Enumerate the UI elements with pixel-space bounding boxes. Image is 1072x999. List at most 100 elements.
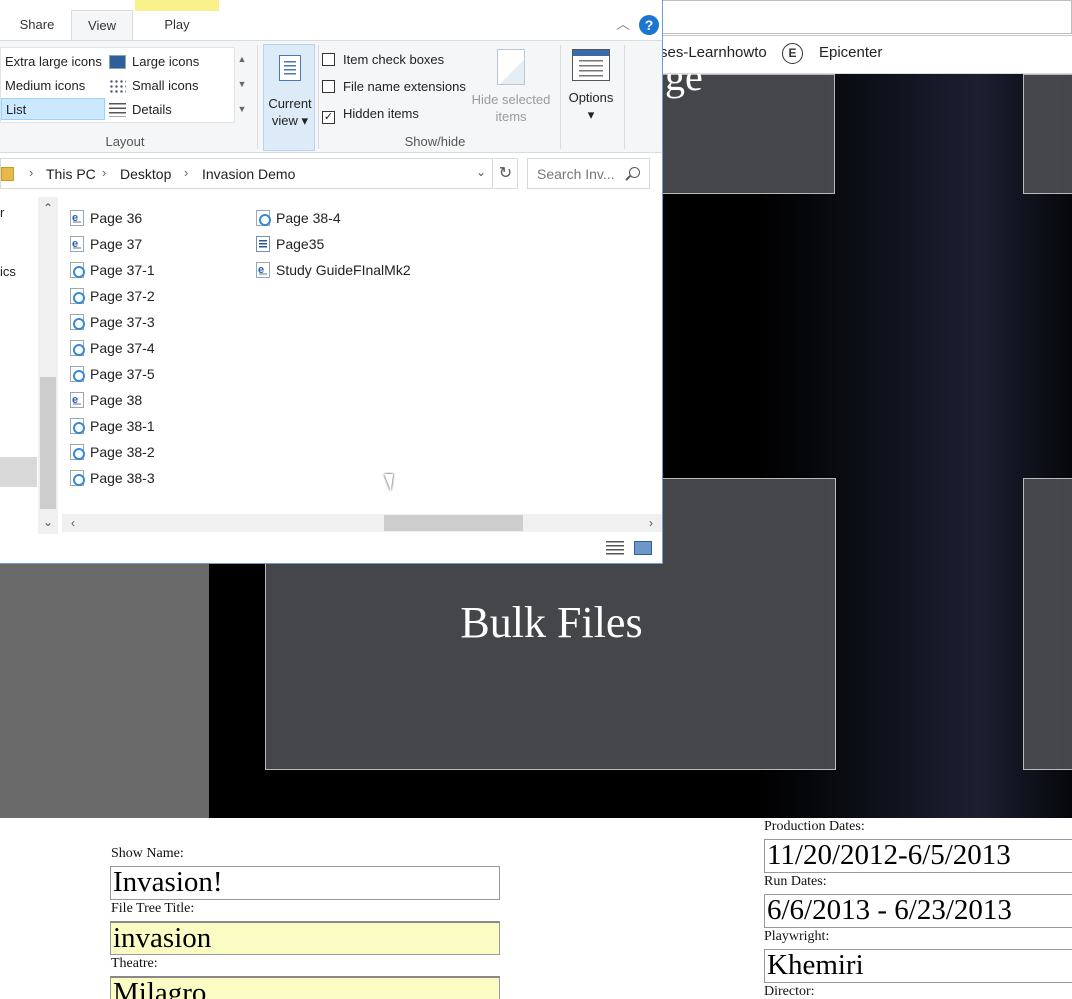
- run-dates-field[interactable]: 6/6/2013 - 6/23/2013: [764, 894, 1072, 928]
- file-name-extensions-toggle[interactable]: File name extensions: [322, 77, 466, 97]
- layout-details[interactable]: Details: [132, 99, 172, 121]
- production-dates-field[interactable]: 11/20/2012-6/5/2013: [764, 839, 1072, 873]
- small-icons-icon: [109, 79, 126, 93]
- layout-large-icons[interactable]: Large icons: [132, 51, 199, 73]
- list-item[interactable]: Page 38-4: [248, 206, 341, 230]
- nav-item[interactable]: r: [0, 205, 4, 220]
- checkbox[interactable]: [322, 80, 335, 93]
- bookmark-epicenter[interactable]: Epicenter: [819, 44, 882, 61]
- swirl-file-icon: [70, 418, 85, 434]
- chevron-right-icon[interactable]: ›: [29, 165, 33, 180]
- ribbon-separator: [560, 45, 561, 149]
- options-label: Options: [568, 90, 614, 105]
- scroll-right-icon[interactable]: ›: [642, 514, 660, 532]
- swirl-file-icon: [256, 210, 271, 226]
- current-view-button[interactable]: Current view ▾: [263, 44, 315, 151]
- layout-extra-large-icons[interactable]: Extra large icons: [5, 51, 102, 73]
- theatre-field[interactable]: Milagro: [110, 976, 500, 999]
- scrollbar-thumb[interactable]: [384, 515, 523, 531]
- file-tree-title-label: File Tree Title:: [111, 901, 195, 916]
- item-check-boxes-label: Item check boxes: [343, 52, 445, 67]
- options-button[interactable]: Options ▾: [565, 49, 617, 123]
- chevron-down-icon[interactable]: ⌄: [476, 165, 486, 179]
- details-icon: [109, 103, 126, 117]
- horizontal-scrollbar[interactable]: ‹ ›: [62, 514, 662, 532]
- scrollbar-thumb[interactable]: [40, 377, 56, 509]
- tile-bottom-right[interactable]: [1023, 478, 1072, 770]
- hidden-items-toggle[interactable]: ✓ Hidden items: [322, 104, 419, 124]
- ribbon-separator: [257, 45, 258, 149]
- breadcrumb-desktop[interactable]: Desktop: [120, 166, 171, 182]
- layout-group-label: Layout: [105, 134, 145, 149]
- item-check-boxes-toggle[interactable]: Item check boxes: [322, 50, 444, 70]
- nav-scrollbar[interactable]: ⌃ ⌄: [38, 197, 58, 534]
- tab-share[interactable]: Share: [6, 10, 68, 40]
- left-gray-panel: [0, 563, 209, 818]
- list-item[interactable]: Page 37-1: [62, 258, 155, 282]
- breadcrumb-invasion-demo[interactable]: Invasion Demo: [202, 166, 295, 182]
- large-icons-view-icon[interactable]: [634, 541, 652, 555]
- browser-address-area: [652, 0, 1072, 36]
- details-view-icon[interactable]: [606, 541, 624, 555]
- list-item[interactable]: Page 38-3: [62, 466, 155, 490]
- scroll-left-icon[interactable]: ‹: [64, 514, 82, 532]
- refresh-icon[interactable]: ↻: [494, 158, 518, 189]
- chevron-right-icon[interactable]: ›: [184, 165, 188, 180]
- nav-item[interactable]: ics: [0, 264, 16, 279]
- tab-play-label: Play: [164, 17, 190, 32]
- list-item[interactable]: Page 37-2: [62, 284, 155, 308]
- address-field[interactable]: › This PC › Desktop › Invasion Demo ⌄: [0, 158, 493, 189]
- address-bar: › This PC › Desktop › Invasion Demo ⌄ ↻ …: [0, 158, 662, 190]
- list-item[interactable]: Page 36: [62, 206, 142, 230]
- swirl-file-icon: [70, 340, 85, 356]
- hide-selected-items-button: Hide selected items: [468, 49, 554, 125]
- checkmark-icon[interactable]: ✓: [322, 111, 335, 124]
- scroll-down-icon[interactable]: ▼: [235, 72, 249, 97]
- tab-view[interactable]: View: [71, 10, 133, 41]
- browser-toolbar: [652, 0, 1072, 74]
- current-view-label: Current view ▾: [268, 96, 312, 128]
- file-name-extensions-label: File name extensions: [343, 79, 466, 94]
- list-item[interactable]: Page 37-3: [62, 310, 155, 334]
- playwright-field[interactable]: Khemiri: [764, 949, 1072, 983]
- hide-document-icon: [497, 49, 525, 85]
- epicenter-icon: E: [782, 43, 803, 64]
- layout-gallery: Extra large icons Large icons Medium ico…: [0, 47, 235, 123]
- list-item[interactable]: Study GuideFInalMk2: [248, 258, 411, 282]
- search-icon[interactable]: [629, 167, 640, 178]
- pdf-file-icon: [256, 258, 270, 282]
- chevron-right-icon[interactable]: ›: [102, 165, 106, 180]
- list-item[interactable]: Page 37-5: [62, 362, 155, 386]
- bookmark-learnhowto[interactable]: ses-Learnhowto: [660, 44, 767, 61]
- layout-scroll[interactable]: ▲ ▼ ▼: [235, 47, 249, 123]
- file-tree-title-field[interactable]: invasion: [110, 921, 500, 955]
- search-placeholder: Search Inv...: [537, 166, 615, 182]
- search-input[interactable]: Search Inv...: [527, 158, 650, 189]
- tab-play[interactable]: Play: [135, 0, 219, 40]
- show-name-field[interactable]: Invasion!: [110, 866, 500, 900]
- list-item[interactable]: Page 38: [62, 388, 142, 412]
- layout-small-icons[interactable]: Small icons: [132, 75, 198, 97]
- sort-by-icon: [279, 55, 301, 81]
- breadcrumb-this-pc[interactable]: This PC: [46, 166, 96, 182]
- layout-medium-icons[interactable]: Medium icons: [5, 75, 85, 97]
- tile-top-right[interactable]: [1023, 74, 1072, 194]
- scroll-up-icon[interactable]: ⌃: [38, 199, 58, 217]
- minimize-ribbon-icon[interactable]: ︿: [613, 14, 633, 34]
- expand-gallery-icon[interactable]: ▼: [235, 97, 249, 122]
- help-icon[interactable]: ?: [639, 15, 659, 35]
- list-item[interactable]: Page 38-1: [62, 414, 155, 438]
- list-item[interactable]: Page 37-4: [62, 336, 155, 360]
- browser-address-field[interactable]: [652, 0, 1072, 34]
- scroll-up-icon[interactable]: ▲: [235, 47, 249, 72]
- file-list: Page 36 Page 37 Page 37-1 Page 37-2 Page…: [62, 197, 662, 515]
- swirl-file-icon: [70, 288, 85, 304]
- layout-list[interactable]: List: [1, 98, 105, 120]
- tile-title: ge: [665, 74, 703, 99]
- list-item[interactable]: Page 37: [62, 232, 142, 256]
- checkbox[interactable]: [322, 53, 335, 66]
- list-item[interactable]: Page35: [248, 232, 324, 256]
- scroll-down-icon[interactable]: ⌄: [38, 513, 58, 531]
- list-item[interactable]: Page 38-2: [62, 440, 155, 464]
- nav-item-selected[interactable]: [0, 457, 37, 487]
